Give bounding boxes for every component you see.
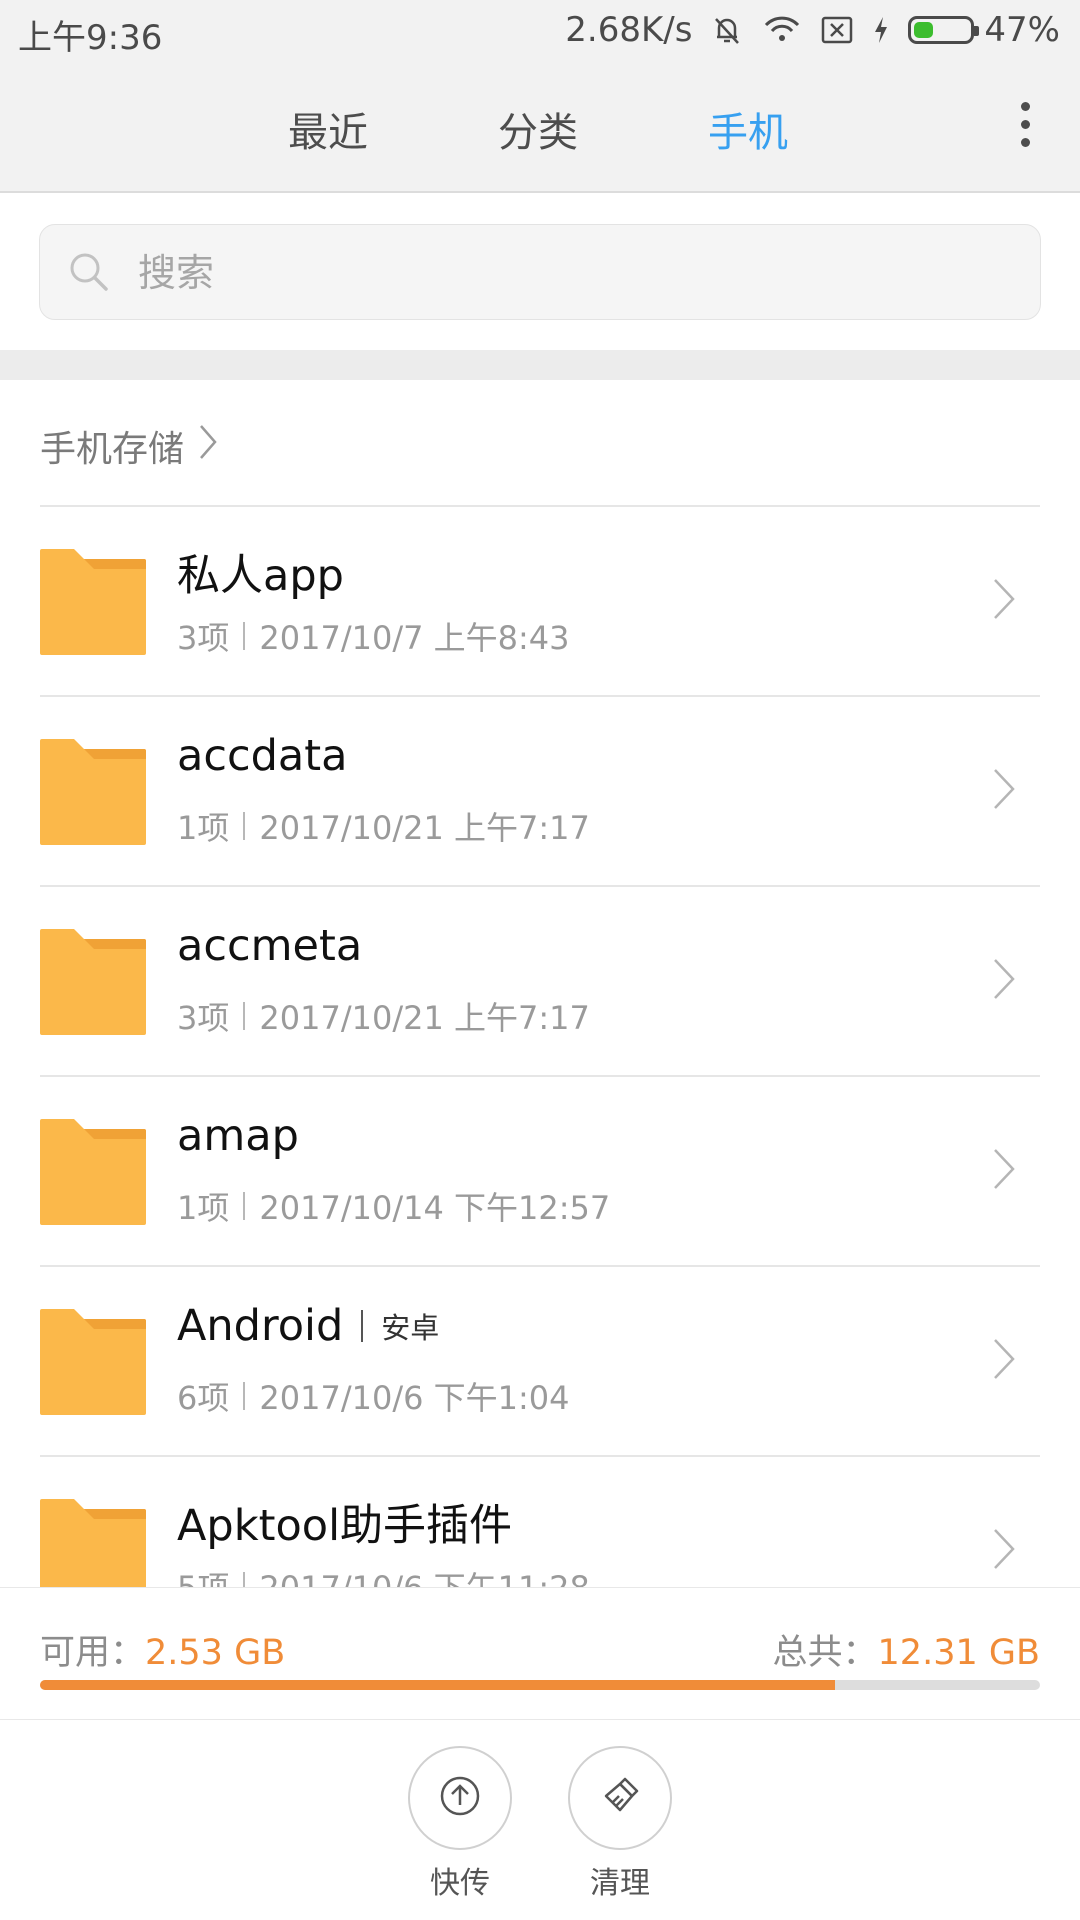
file-count: 3项 [177, 999, 230, 1037]
file-name: accmeta [177, 921, 363, 971]
list-item[interactable]: accdata 1项 2017/10/21 上午7:17 [0, 695, 1080, 885]
total-value: 12.31 GB [877, 1633, 1040, 1673]
file-name-row: accmeta [177, 921, 362, 971]
battery-percent: 47% [984, 10, 1060, 50]
battery-icon [908, 16, 980, 44]
file-date: 2017/10/21 上午7:17 [259, 999, 590, 1037]
broom-icon [598, 1774, 642, 1822]
storage-available: 可用：2.53 GB [40, 1624, 285, 1675]
list-item[interactable]: 私人app 3项 2017/10/7 上午8:43 [0, 505, 1080, 695]
status-bar: 上午9:36 2.68K/s 47% [0, 0, 1080, 60]
file-meta: 3项 2017/10/7 上午8:43 [177, 613, 570, 659]
search-input[interactable] [136, 225, 990, 321]
net-speed: 2.68K/s [565, 10, 693, 50]
chevron-right-icon [992, 1527, 1016, 1575]
file-meta: 1项 2017/10/21 上午7:17 [177, 803, 590, 849]
storage-total: 总共：12.31 GB [773, 1624, 1040, 1675]
status-icons: 2.68K/s 47% [565, 10, 1060, 50]
folder-icon [40, 929, 146, 1035]
file-date: 2017/10/21 上午7:17 [259, 809, 590, 847]
chevron-right-icon [992, 957, 1016, 1005]
file-date: 2017/10/6 下午1:04 [259, 1379, 570, 1417]
file-date: 2017/10/7 上午8:43 [259, 619, 570, 657]
more-options-icon[interactable] [1018, 102, 1032, 150]
file-name: Apktool助手插件 [177, 1501, 513, 1551]
file-count: 6项 [177, 1379, 230, 1417]
quick-transfer-label: 快传 [430, 1866, 490, 1901]
clean-label: 清理 [590, 1866, 650, 1901]
tab-phone[interactable]: 手机 [708, 100, 788, 158]
available-value: 2.53 GB [145, 1633, 286, 1673]
folder-icon [40, 739, 146, 845]
folder-icon [40, 549, 146, 655]
storage-usage-bar [40, 1680, 1040, 1690]
file-count: 3项 [177, 619, 230, 657]
file-count: 5项 [177, 1563, 229, 1587]
file-name-row: 私人app [177, 541, 344, 603]
quick-transfer-button[interactable]: 快传 [408, 1746, 512, 1902]
file-name-row: accdata [177, 731, 348, 781]
file-tag: 安卓 [381, 1311, 440, 1345]
tab-bar: 最近 分类 手机 [0, 60, 1080, 193]
bottom-actions: 快传 清理 [0, 1720, 1080, 1920]
search-bar[interactable] [39, 224, 1041, 321]
file-name: Android [177, 1301, 344, 1351]
file-meta: 5项 2017/10/6 下午11:28 [177, 1563, 590, 1587]
file-meta: 3项 2017/10/21 上午7:17 [177, 993, 590, 1039]
folder-icon [40, 1119, 146, 1225]
battery-level [914, 22, 934, 38]
file-name-row: Android 安卓 [177, 1301, 439, 1351]
tab-category[interactable]: 分类 [498, 100, 578, 158]
bell-muted-icon [710, 13, 744, 47]
available-label: 可用： [40, 1633, 146, 1673]
file-date: 2017/10/14 下午12:57 [259, 1189, 611, 1227]
chevron-right-icon [992, 767, 1016, 815]
chevron-right-icon [992, 1337, 1016, 1385]
chevron-right-icon [992, 1147, 1016, 1195]
search-icon [66, 249, 112, 299]
file-name-row: amap [177, 1111, 299, 1161]
breadcrumb-label: 手机存储 [40, 429, 185, 470]
list-item[interactable]: Android 安卓 6项 2017/10/6 下午1:04 [0, 1265, 1080, 1455]
file-meta: 6项 2017/10/6 下午1:04 [177, 1373, 570, 1419]
no-sim-icon [820, 15, 854, 45]
list-item[interactable]: accmeta 3项 2017/10/21 上午7:17 [0, 885, 1080, 1075]
status-time: 上午9:36 [18, 18, 163, 58]
list-item[interactable]: amap 1项 2017/10/14 下午12:57 [0, 1075, 1080, 1265]
file-count: 1项 [177, 809, 230, 847]
folder-icon [40, 1309, 146, 1415]
file-name: 私人app [177, 551, 344, 601]
breadcrumb[interactable]: 手机存储 [40, 420, 218, 472]
tab-recent[interactable]: 最近 [288, 100, 368, 158]
wifi-icon [762, 15, 802, 45]
file-list: 私人app 3项 2017/10/7 上午8:43 accdata 1项 2017/… [0, 505, 1080, 1587]
upload-icon [438, 1774, 482, 1822]
charging-icon [872, 15, 890, 45]
chevron-right-icon [198, 423, 218, 470]
file-date: 2017/10/6 下午11:28 [259, 1563, 589, 1587]
file-meta: 1项 2017/10/14 下午12:57 [177, 1183, 610, 1229]
list-item[interactable]: Apktool助手插件 5项 2017/10/6 下午11:28 [0, 1455, 1080, 1587]
file-name: accdata [177, 731, 348, 781]
total-label: 总共： [772, 1633, 878, 1673]
file-name-row: Apktool助手插件 [177, 1491, 512, 1553]
file-count: 1项 [177, 1189, 230, 1227]
chevron-right-icon [992, 577, 1016, 625]
section-divider [0, 350, 1080, 380]
storage-usage-fill [40, 1680, 835, 1690]
clean-button[interactable]: 清理 [568, 1746, 672, 1902]
storage-summary: 可用：2.53 GB 总共：12.31 GB [0, 1587, 1080, 1720]
file-name: amap [177, 1111, 299, 1161]
battery: 47% [908, 10, 1060, 50]
folder-icon [40, 1499, 146, 1587]
